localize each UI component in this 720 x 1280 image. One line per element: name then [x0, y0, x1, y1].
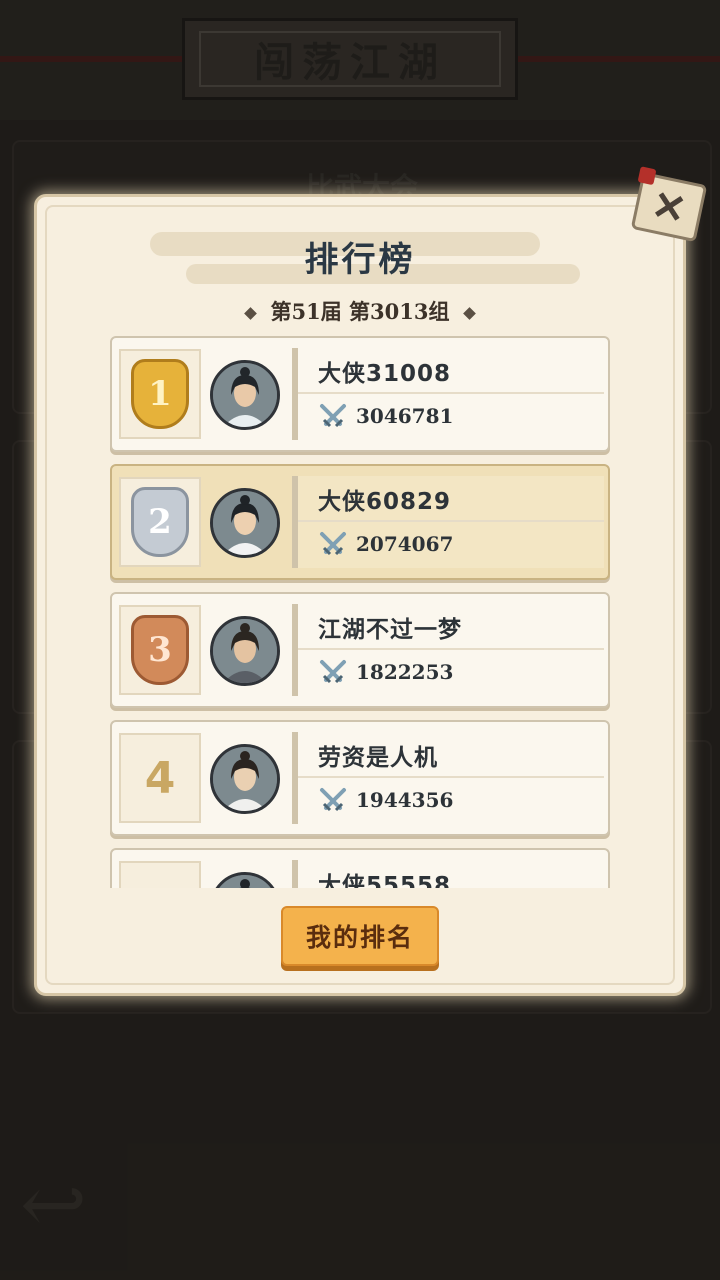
player-info: 大侠31008 3046781 [292, 348, 604, 440]
leaderboard-list[interactable]: 1 大侠31008 3046781 2 大侠60829 2074067 3 江湖不过一梦 182… [100, 326, 620, 888]
leaderboard-row[interactable]: 4 劳资是人机 1944356 [110, 720, 610, 836]
rank-box: 3 [119, 605, 201, 695]
player-name: 大侠60829 [318, 489, 452, 515]
combat-power: 1822253 [356, 660, 454, 684]
player-info: 劳资是人机 1944356 [292, 732, 604, 824]
combat-power: 1944356 [356, 788, 454, 812]
player-avatar[interactable] [210, 360, 280, 430]
player-name: 大侠55558 [318, 873, 452, 888]
modal-title: 排行榜 [304, 240, 416, 280]
crossed-swords-icon [320, 532, 346, 556]
combat-power: 3046781 [356, 404, 454, 428]
diamond-icon [463, 307, 477, 320]
combat-power: 2074067 [356, 532, 454, 556]
rank-box: 1 [119, 349, 201, 439]
player-info: 大侠60829 2074067 [292, 476, 604, 568]
leaderboard-row[interactable]: 2 大侠60829 2074067 [110, 464, 610, 580]
rank-box: 4 [119, 733, 201, 823]
player-info: 江湖不过一梦 1822253 [292, 604, 604, 696]
rank-number: 5 [145, 881, 176, 889]
player-name: 江湖不过一梦 [318, 617, 462, 643]
crossed-swords-icon [320, 788, 346, 812]
leaderboard-row[interactable]: 3 江湖不过一梦 1822253 [110, 592, 610, 708]
season-group-text: 第51届 第3013组 [270, 299, 450, 324]
player-avatar[interactable] [210, 616, 280, 686]
rank-bronze-badge-icon: 3 [131, 615, 189, 685]
player-avatar[interactable] [210, 872, 280, 888]
rank-box: 2 [119, 477, 201, 567]
player-name: 大侠31008 [318, 361, 452, 387]
rank-silver-badge-icon: 2 [131, 487, 189, 557]
leaderboard-row[interactable]: 1 大侠31008 3046781 [110, 336, 610, 452]
close-icon: ✕ [647, 180, 691, 234]
player-avatar[interactable] [210, 744, 280, 814]
rank-number: 4 [144, 752, 176, 804]
crossed-swords-icon [320, 404, 346, 428]
player-name: 劳资是人机 [318, 745, 438, 771]
rank-box: 5 [119, 861, 201, 888]
my-rank-button[interactable]: 我的排名 [281, 906, 439, 966]
leaderboard-row[interactable]: 5 大侠55558 [110, 848, 610, 888]
season-group-label: 第51届 第3013组 [0, 296, 720, 326]
diamond-icon [243, 307, 257, 320]
player-avatar[interactable] [210, 488, 280, 558]
player-info: 大侠55558 [292, 860, 604, 888]
rank-gold-badge-icon: 1 [131, 359, 189, 429]
ribbon-decoration [637, 166, 657, 186]
crossed-swords-icon [320, 660, 346, 684]
